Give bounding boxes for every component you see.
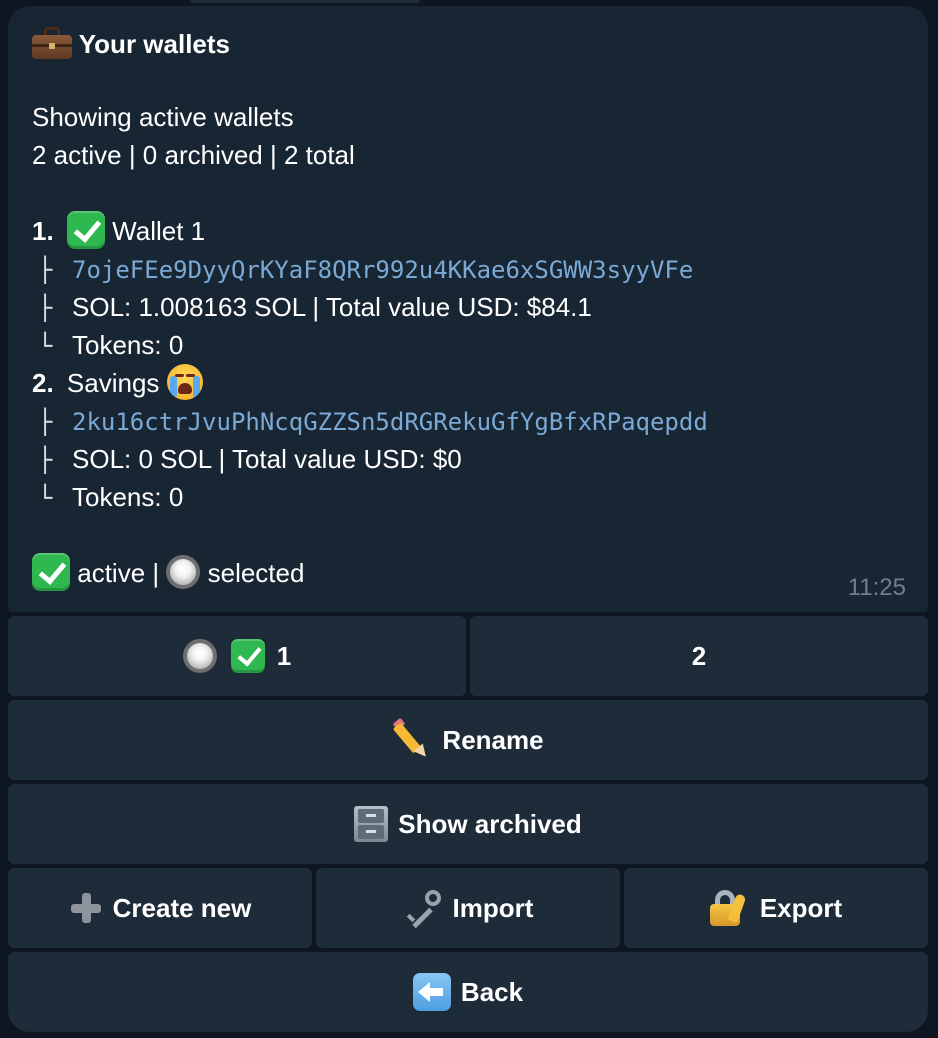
tree-branch: ├ [38,408,53,436]
export-label: Export [759,892,843,923]
wallet-2-address-row: ├ 2ku16ctrJvuPhNcqGZZSn5dRGRekuGfYgBfxRPa… [32,402,904,440]
tree-branch: ├ [38,294,53,322]
subtitle: Showing active wallets [32,102,294,132]
previous-message-edge [190,0,420,3]
check-mark-icon [32,553,70,592]
file-cabinet-icon [354,806,389,842]
pencil-icon [392,717,432,761]
key-icon [403,888,443,929]
wallet-1-sol-row: ├ SOL: 1.008163 SOL | Total value USD: $8… [32,288,904,326]
export-button[interactable]: Export [624,868,928,948]
wallet-1-address[interactable]: 7ojeFEe9DyyQrKYaF8QRr992u4KKae6xSGWW3syy… [72,256,693,284]
legend-selected: selected [207,558,305,588]
wallet-1-address-row: ├ 7ojeFEe9DyyQrKYaF8QRr992u4KKae6xSGWW3sy… [32,250,904,288]
back-label: Back [460,976,524,1007]
wallet-2-name: Savings [66,368,160,398]
create-new-label: Create new [112,892,252,923]
wallet-1-header: 1. Wallet 1 [32,211,904,250]
legend-row: active | selected [32,553,904,592]
wallet-1-sol: SOL: 1.008163 SOL | Total value USD: $84… [72,292,592,322]
select-wallet-2-button[interactable]: 2 [470,616,928,696]
legend-active: active | [77,558,160,588]
show-archived-label: Show archived [398,808,582,839]
back-arrow-icon [412,973,451,1011]
wallet-1-name: Wallet 1 [112,216,206,246]
import-button[interactable]: Import [316,868,620,948]
check-mark-icon [230,639,265,673]
rename-button[interactable]: Rename [8,700,928,780]
back-button[interactable]: Back [8,952,928,1032]
radio-button-icon [182,639,217,673]
wallet-2-index: 2. [32,368,54,398]
message-title: Your wallets [78,29,230,59]
tree-last: └ [38,484,53,512]
tree-branch: ├ [38,256,53,284]
show-archived-button[interactable]: Show archived [8,784,928,864]
wallets-message: Your wallets Showing active wallets 2 ac… [8,6,928,612]
wallet-1-button-label: 1 [276,640,292,671]
crying-face-icon [166,364,203,401]
wallet-2-tokens-row: └ Tokens: 0 [32,478,904,516]
tree-last: └ [38,332,53,360]
rename-label: Rename [442,724,544,755]
plus-icon [69,891,103,925]
briefcase-icon [32,27,72,60]
wallet-2-address[interactable]: 2ku16ctrJvuPhNcqGZZSn5dRGRekuGfYgBfxRPaq… [72,408,708,436]
message-title-row: Your wallets [32,27,904,60]
lock-with-key-icon [709,888,750,928]
wallet-1-index: 1. [32,216,54,246]
wallet-2-sol-row: ├ SOL: 0 SOL | Total value USD: $0 [32,440,904,478]
wallet-1-tokens-row: └ Tokens: 0 [32,326,904,364]
tree-branch: ├ [38,446,53,474]
wallet-2-button-label: 2 [691,640,707,671]
select-wallet-1-button[interactable]: 1 [8,616,466,696]
wallet-2-header: 2. Savings [32,364,904,402]
check-mark-icon [66,211,105,250]
create-new-button[interactable]: Create new [8,868,312,948]
import-label: Import [452,892,534,923]
wallet-counts: 2 active | 0 archived | 2 total [32,140,355,170]
wallet-2-sol: SOL: 0 SOL | Total value USD: $0 [72,444,462,474]
radio-button-icon [166,555,201,590]
wallet-1-tokens: Tokens: 0 [72,330,184,360]
message-time: 11:25 [847,574,906,601]
wallet-2-tokens: Tokens: 0 [72,482,184,512]
